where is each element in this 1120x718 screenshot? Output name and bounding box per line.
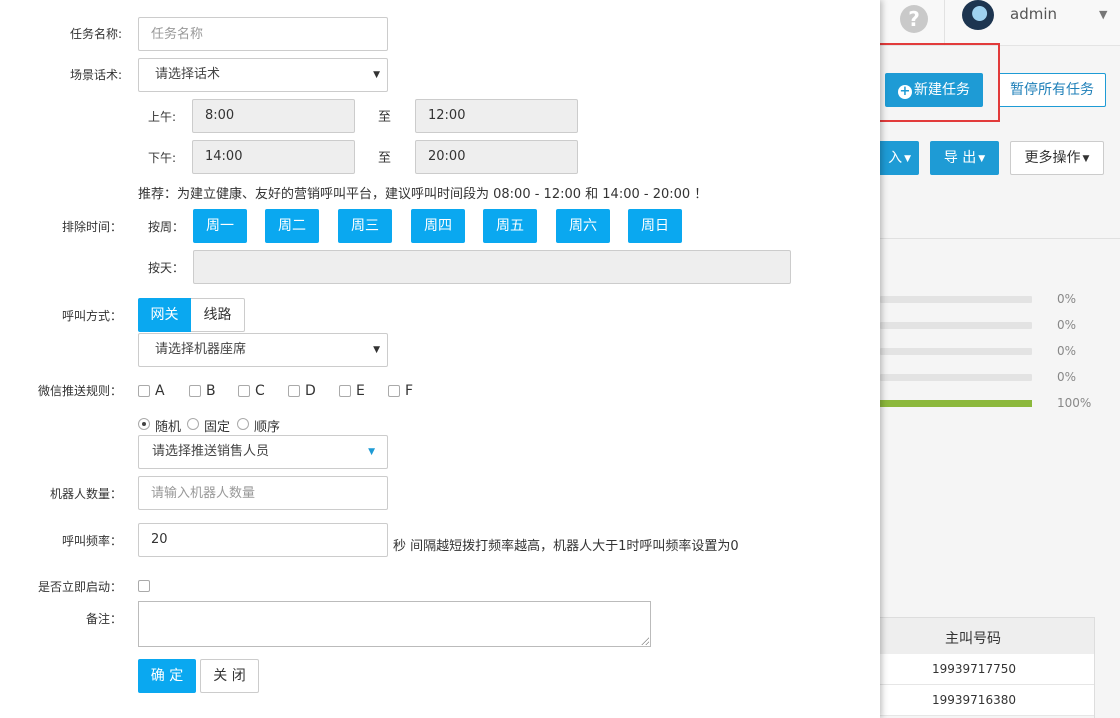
afternoon-start-input[interactable]: 14:00 bbox=[192, 140, 355, 174]
remark-textarea[interactable] bbox=[138, 601, 651, 647]
call-frequency-label: 呼叫频率： bbox=[61, 534, 122, 548]
call-frequency-input[interactable]: 20 bbox=[138, 523, 388, 557]
wechat-check-e[interactable] bbox=[339, 385, 351, 397]
wechat-check-b[interactable] bbox=[189, 385, 201, 397]
remark-label: 备注： bbox=[85, 612, 122, 626]
table-row[interactable]: 19939717750 bbox=[880, 654, 1095, 685]
progress-label-4: 0% bbox=[1057, 370, 1077, 384]
close-button[interactable]: 关 闭 bbox=[200, 659, 259, 693]
export-button[interactable]: 导 出 ▼ bbox=[930, 141, 999, 175]
progress-label-5: 100% bbox=[1057, 396, 1092, 410]
day-button-mon[interactable]: 周一 bbox=[193, 209, 247, 243]
wechat-check-c-label: C bbox=[255, 383, 265, 399]
day-button-tue[interactable]: 周二 bbox=[265, 209, 319, 243]
day-button-sat[interactable]: 周六 bbox=[556, 209, 610, 243]
recommend-text: 推荐：为建立健康、友好的营销呼叫平台，建议呼叫时间段为 08:00 - 12:0… bbox=[138, 187, 708, 202]
radio-sequence[interactable] bbox=[237, 418, 249, 430]
call-frequency-hint: 秒 间隔越短拨打频率越高，机器人大于1时呼叫频率设置为0 bbox=[393, 539, 739, 554]
table-border bbox=[1094, 617, 1095, 718]
wechat-check-d-label: D bbox=[305, 383, 316, 399]
wechat-check-f-label: F bbox=[405, 383, 414, 399]
wechat-check-a-label: A bbox=[155, 383, 165, 399]
sales-person-select[interactable]: 请选择推送销售人员 ▼ bbox=[138, 435, 388, 469]
progress-bar-4 bbox=[880, 374, 1032, 381]
wechat-check-f[interactable] bbox=[388, 385, 400, 397]
morning-label: 上午: bbox=[148, 110, 177, 124]
scene-script-label: 场景话术: bbox=[69, 68, 122, 82]
pause-all-button[interactable]: 暂停所有任务 bbox=[998, 73, 1106, 107]
progress-fill bbox=[880, 400, 1032, 407]
wechat-check-e-label: E bbox=[356, 383, 365, 399]
wechat-check-c[interactable] bbox=[238, 385, 250, 397]
morning-start-input[interactable]: 8:00 bbox=[192, 99, 355, 133]
wechat-check-a[interactable] bbox=[138, 385, 150, 397]
resize-handle-icon[interactable] bbox=[641, 637, 649, 645]
day-button-wed[interactable]: 周三 bbox=[338, 209, 392, 243]
table-header: 主叫号码 bbox=[880, 617, 1095, 655]
caret-down-icon: ▼ bbox=[978, 154, 986, 164]
robot-count-label: 机器人数量： bbox=[49, 487, 122, 501]
progress-label-2: 0% bbox=[1057, 318, 1077, 332]
radio-random[interactable] bbox=[138, 418, 150, 430]
caret-down-icon: ▼ bbox=[373, 345, 380, 355]
radio-fixed-label: 固定 bbox=[204, 420, 231, 435]
day-button-thu[interactable]: 周四 bbox=[411, 209, 465, 243]
afternoon-label: 下午: bbox=[148, 151, 177, 165]
to-label: 至 bbox=[378, 110, 392, 125]
radio-random-label: 随机 bbox=[155, 420, 182, 435]
day-button-fri[interactable]: 周五 bbox=[483, 209, 537, 243]
radio-sequence-label: 顺序 bbox=[254, 420, 281, 435]
progress-bar-1 bbox=[880, 296, 1032, 303]
exclude-time-label: 排除时间： bbox=[61, 220, 122, 234]
exclude-day-input[interactable] bbox=[193, 250, 791, 284]
wechat-check-b-label: B bbox=[206, 383, 216, 399]
robot-count-input[interactable] bbox=[138, 476, 388, 510]
day-button-sun[interactable]: 周日 bbox=[628, 209, 682, 243]
call-mode-label: 呼叫方式： bbox=[61, 309, 122, 323]
morning-end-input[interactable]: 12:00 bbox=[415, 99, 578, 133]
caret-down-icon: ▼ bbox=[904, 154, 911, 164]
avatar[interactable] bbox=[962, 0, 994, 30]
task-name-label: 任务名称: bbox=[69, 27, 122, 41]
highlight-box bbox=[876, 43, 1000, 122]
progress-bar-5 bbox=[880, 400, 1032, 407]
caret-down-icon: ▼ bbox=[373, 70, 380, 80]
new-task-modal: 任务名称: 场景话术: 请选择话术▼ 上午: 8:00 至 12:00 下午: … bbox=[0, 0, 880, 718]
radio-fixed[interactable] bbox=[187, 418, 199, 430]
scene-script-select[interactable]: 请选择话术 ▼ bbox=[138, 58, 388, 92]
afternoon-end-input[interactable]: 20:00 bbox=[415, 140, 578, 174]
divider bbox=[880, 238, 1120, 239]
call-mode-line[interactable]: 线路 bbox=[191, 298, 245, 332]
chevron-down-icon[interactable]: ▼ bbox=[1099, 8, 1107, 21]
caret-down-icon: ▼ bbox=[368, 447, 375, 457]
progress-bar-2 bbox=[880, 322, 1032, 329]
robot-seat-select[interactable]: 请选择机器座席 ▼ bbox=[138, 333, 388, 367]
column-caller-number: 主叫号码 bbox=[945, 631, 1001, 647]
user-name[interactable]: admin bbox=[1010, 5, 1057, 23]
progress-bar-3 bbox=[880, 348, 1032, 355]
more-actions-button[interactable]: 更多操作 ▼ bbox=[1010, 141, 1104, 175]
progress-label-1: 0% bbox=[1057, 292, 1077, 306]
top-divider bbox=[944, 0, 945, 46]
to-label: 至 bbox=[378, 151, 392, 166]
confirm-button[interactable]: 确 定 bbox=[138, 659, 196, 693]
by-week-label: 按周： bbox=[148, 220, 185, 234]
start-now-checkbox[interactable] bbox=[138, 580, 150, 592]
task-name-input[interactable] bbox=[138, 17, 388, 51]
table-row[interactable]: 19939716380 bbox=[880, 685, 1095, 716]
start-now-label: 是否立即启动： bbox=[37, 580, 122, 594]
question-circle-icon[interactable]: ? bbox=[900, 5, 928, 33]
call-mode-gateway[interactable]: 网关 bbox=[138, 298, 191, 332]
by-day-label: 按天： bbox=[148, 261, 185, 275]
wechat-rule-label: 微信推送规则： bbox=[37, 384, 122, 398]
progress-label-3: 0% bbox=[1057, 344, 1077, 358]
caret-down-icon: ▼ bbox=[1082, 154, 1090, 164]
wechat-check-d[interactable] bbox=[288, 385, 300, 397]
